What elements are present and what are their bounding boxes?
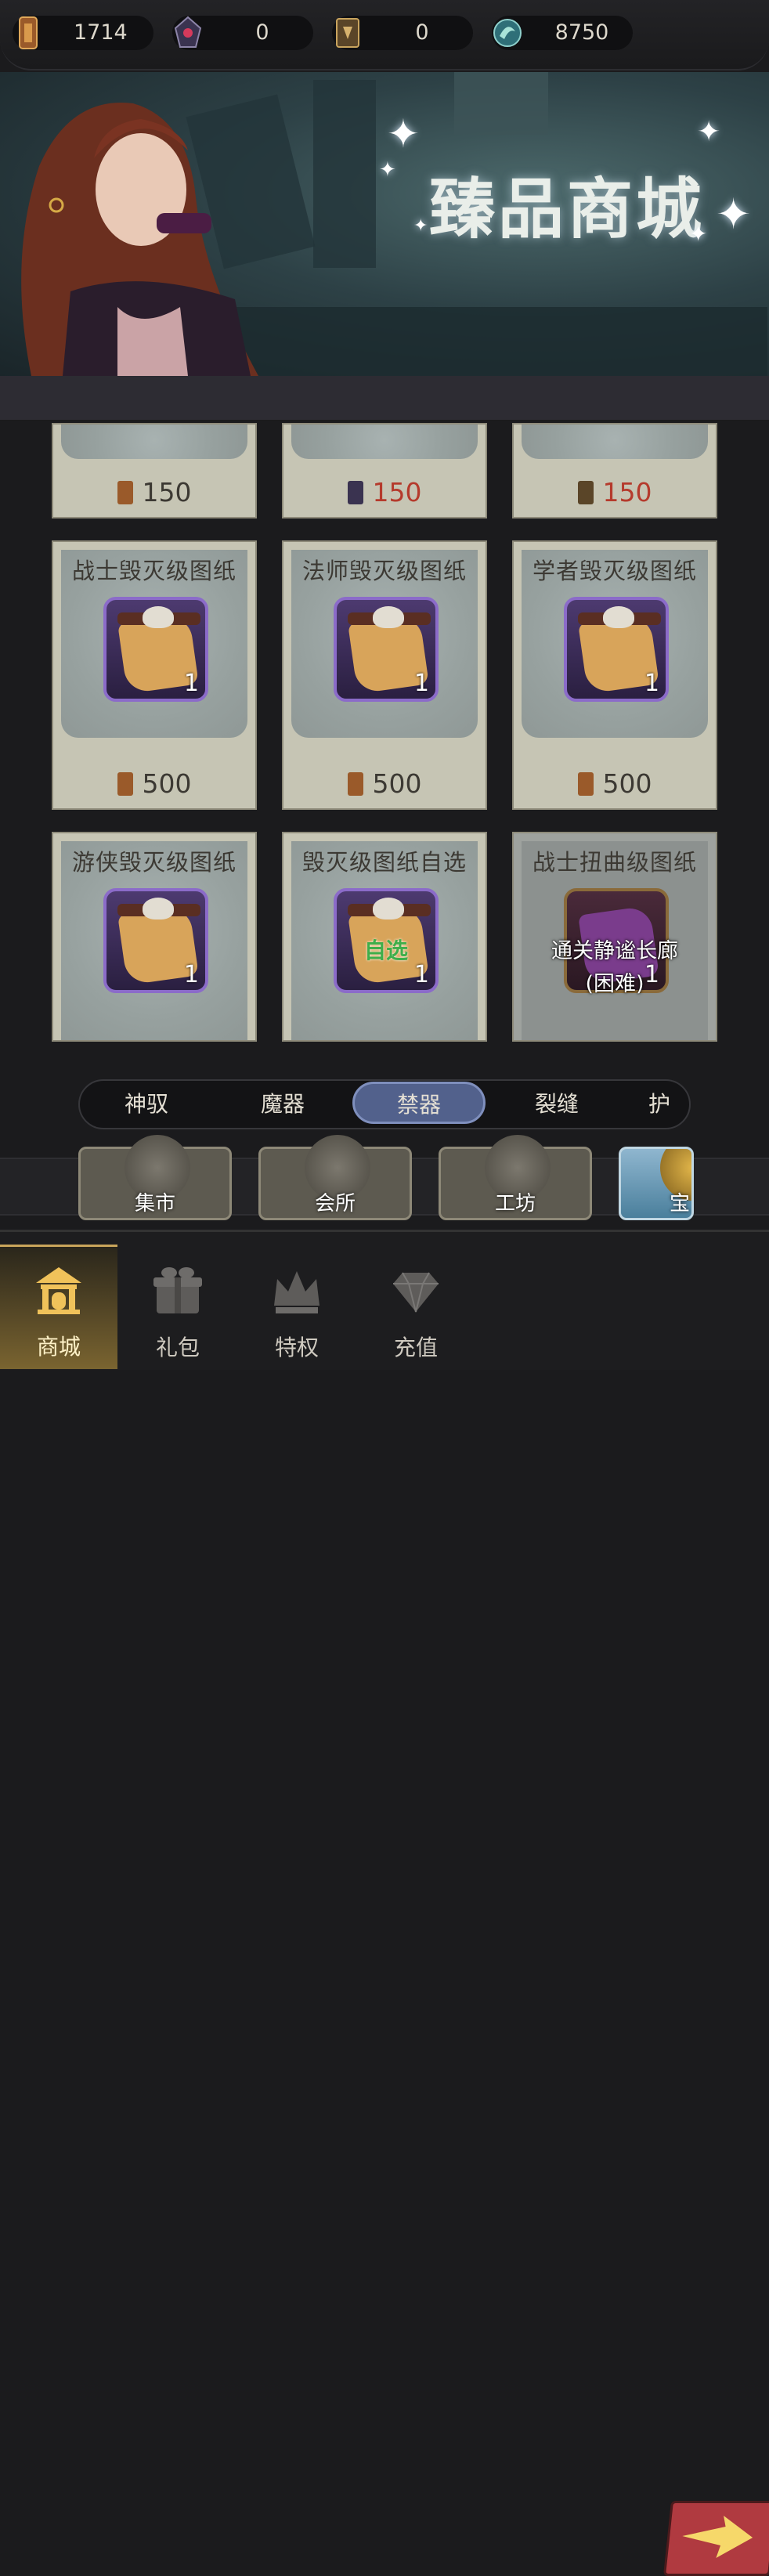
item-title: 战士毁灭级图纸 xyxy=(71,558,236,584)
item-price: 150 xyxy=(53,477,255,508)
item-quantity: 1 xyxy=(644,670,659,697)
dragon-orb-icon xyxy=(490,13,525,53)
shop-item-card[interactable]: 法师毁灭级图纸 1 500 xyxy=(282,540,487,810)
blueprint-scroll-icon: 1 xyxy=(103,597,208,702)
resource-value: 1714 xyxy=(74,20,128,45)
shop-item-card[interactable]: 150 xyxy=(52,423,257,518)
blueprint-scroll-icon: 1 xyxy=(334,597,439,702)
resource-value: 0 xyxy=(415,20,429,45)
item-title: 战士扭曲级图纸 xyxy=(532,849,697,876)
item-quantity: 1 xyxy=(183,961,199,988)
selectable-tag: 自选 xyxy=(363,938,408,963)
shop-item-card[interactable]: 毁灭级图纸自选 自选 1 xyxy=(282,832,487,1042)
nav-shop[interactable]: 商城 xyxy=(0,1245,117,1369)
resource-orb[interactable]: 8750 xyxy=(492,16,633,50)
shop-item-card[interactable]: 150 xyxy=(282,423,487,518)
item-quantity: 1 xyxy=(413,670,429,697)
jar-decoration xyxy=(454,72,548,135)
item-quantity: 1 xyxy=(413,961,429,988)
unlock-requirement: 通关静谧长廊 (困难) xyxy=(551,939,678,996)
desk-decoration xyxy=(235,307,767,376)
item-price: 150 xyxy=(514,477,716,508)
spellbook-icon xyxy=(577,481,594,504)
category-tabs: 神驭 魔器 禁器 裂缝 护 xyxy=(78,1079,691,1129)
resource-bar: 1714 0 0 8750 xyxy=(0,0,769,70)
spellbook-icon xyxy=(330,13,365,53)
resource-book[interactable]: 0 xyxy=(332,16,473,50)
sorceress-portrait xyxy=(21,103,259,376)
category-market[interactable]: 集市 xyxy=(78,1135,232,1220)
brown-scroll-icon xyxy=(117,481,133,504)
item-title: 毁灭级图纸自选 xyxy=(301,849,467,876)
crown-icon xyxy=(274,1271,320,1313)
sparkle-icon: ✦ xyxy=(697,116,721,148)
tab-hu[interactable]: 护 xyxy=(628,1081,689,1128)
blueprint-scroll-icon: 1 xyxy=(564,597,669,702)
nav-recharge[interactable]: 充值 xyxy=(357,1248,475,1370)
temple-icon xyxy=(36,1267,81,1314)
banner-title: 臻品商城 xyxy=(429,171,706,247)
resource-scroll[interactable]: 1714 xyxy=(13,16,153,50)
blueprint-scroll-icon: 自选 1 xyxy=(334,888,439,993)
item-title: 游侠毁灭级图纸 xyxy=(71,849,236,876)
brown-scroll-icon xyxy=(11,13,45,53)
brown-scroll-icon xyxy=(117,772,133,796)
dark-crystal-icon xyxy=(171,13,205,53)
tab-moqi[interactable]: 魔器 xyxy=(216,1081,349,1128)
sparkle-icon: ✦ xyxy=(387,111,420,157)
shop-item-card-locked[interactable]: 战士扭曲级图纸 1 通关静谧长廊 (困难) xyxy=(512,832,717,1042)
diamond-icon xyxy=(393,1272,439,1313)
shop-item-card[interactable]: 游侠毁灭级图纸 1 xyxy=(52,832,257,1042)
tab-liefeng[interactable]: 裂缝 xyxy=(490,1081,623,1128)
item-price: 500 xyxy=(283,768,486,799)
sparkle-icon: ✦ xyxy=(689,221,708,247)
dark-crystal-icon xyxy=(347,481,363,504)
item-quantity: 1 xyxy=(183,670,199,697)
category-club[interactable]: 会所 xyxy=(258,1135,412,1220)
sparkle-icon: ✦ xyxy=(413,216,428,236)
shop-item-card[interactable]: 150 xyxy=(512,423,717,518)
nav-privilege[interactable]: 特权 xyxy=(238,1248,356,1370)
sparkle-icon: ✦ xyxy=(716,190,752,239)
tab-jinqi[interactable]: 禁器 xyxy=(352,1082,486,1124)
blueprint-scroll-icon: 1 xyxy=(103,888,208,993)
resource-value: 0 xyxy=(255,20,269,45)
next-arrow-button[interactable] xyxy=(662,2501,769,2576)
shop-item-card[interactable]: 战士毁灭级图纸 1 500 xyxy=(52,540,257,810)
item-price: 150 xyxy=(283,477,486,508)
item-title: 法师毁灭级图纸 xyxy=(301,558,467,584)
item-price: 500 xyxy=(53,768,255,799)
brown-scroll-icon xyxy=(347,772,363,796)
category-workshop[interactable]: 工坊 xyxy=(439,1135,592,1220)
shop-item-card[interactable]: 学者毁灭级图纸 1 500 xyxy=(512,540,717,810)
resource-value: 8750 xyxy=(554,20,609,45)
gift-box-icon xyxy=(153,1267,202,1313)
category-treasure[interactable]: 宝 xyxy=(619,1147,694,1220)
tab-shenyu[interactable]: 神驭 xyxy=(80,1081,213,1128)
book-decoration xyxy=(313,80,376,268)
resource-crystal[interactable]: 0 xyxy=(172,16,313,50)
brown-scroll-icon xyxy=(577,772,594,796)
item-title: 学者毁灭级图纸 xyxy=(532,558,697,584)
bottom-navigation: 商城 礼包 特权 充值 xyxy=(0,1230,769,2576)
arrow-right-icon xyxy=(682,2516,753,2558)
sparkle-icon: ✦ xyxy=(379,158,396,182)
section-divider xyxy=(0,376,769,421)
nav-gift[interactable]: 礼包 xyxy=(119,1248,236,1370)
item-price: 500 xyxy=(514,768,716,799)
shop-banner: 臻品商城 ✦ ✦ ✦ ✦ ✦ ✦ xyxy=(0,72,769,376)
